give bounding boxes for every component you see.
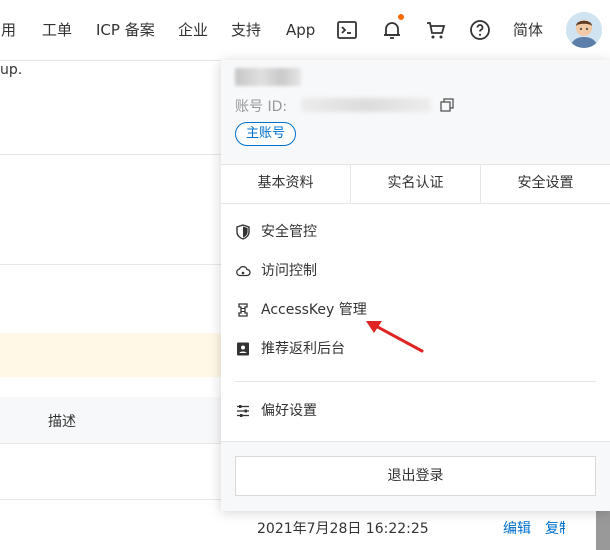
cart-icon[interactable] [424,18,448,42]
rebate-icon [237,342,249,356]
nav-item-enterprise[interactable]: 企业 [178,0,208,60]
bg-row-more-link[interactable]: 复制 [545,518,565,538]
account-id-label: 账号 ID: [235,99,288,115]
bg-table-header [0,397,221,443]
menu-item-label: 推荐返利后台 [261,341,345,357]
avatar[interactable] [566,12,602,48]
logout-button[interactable]: 退出登录 [235,456,596,496]
menu-item-label: AccessKey 管理 [261,302,367,318]
nav-item-support[interactable]: 支持 [231,0,261,60]
red-arrow-annotation [366,321,424,353]
nav-item-ticket[interactable]: 工单 [42,0,72,60]
shield-icon [236,224,250,240]
account-tabs: 基本资料 实名认证 安全设置 [221,164,610,204]
tab-basic-info[interactable]: 基本资料 [221,164,350,203]
notification-dot [398,14,404,20]
bg-notice-bar [0,333,221,377]
avatar-image [566,12,602,48]
nav-item-icp[interactable]: ICP 备案 [96,0,155,60]
menu-item-label: 安全管控 [261,224,317,240]
account-id-redacted [301,98,431,112]
tab-security-settings[interactable]: 安全设置 [481,164,610,203]
help-icon[interactable] [468,18,492,42]
menu-item-label: 偏好设置 [261,403,317,419]
main-account-badge: 主账号 [235,122,297,146]
nav-item-app[interactable]: App [286,0,315,60]
bg-text-fragment: up. [0,62,23,78]
bg-row-edit-link[interactable]: 编辑 [503,518,531,538]
key-icon [238,303,248,317]
tab-real-name[interactable]: 实名认证 [351,164,480,203]
cloud-icon [236,265,251,277]
bg-column-description: 描述 [48,414,76,430]
account-header: 账号 ID: 主账号 [221,60,610,165]
logout-section: 退出登录 [221,441,610,511]
nav-item-billing[interactable]: 费用 [0,0,16,60]
copy-icon[interactable] [440,98,454,112]
bg-row-time: 2021年7月28日 16:22:25 [257,521,429,537]
account-dropdown: 账号 ID: 主账号 基本资料 实名认证 安全设置 安全管控 访问控制 Acce… [221,60,610,511]
menu-divider [235,381,596,382]
top-nav: 费用 工单 ICP 备案 企业 支持 App 简体 [0,0,610,61]
sliders-icon [237,405,249,417]
account-name-redacted [235,68,301,86]
terminal-icon[interactable] [335,18,359,42]
menu-item-label: 访问控制 [261,263,317,279]
bell-icon[interactable] [380,18,404,42]
language-switch[interactable]: 简体 [513,0,543,60]
